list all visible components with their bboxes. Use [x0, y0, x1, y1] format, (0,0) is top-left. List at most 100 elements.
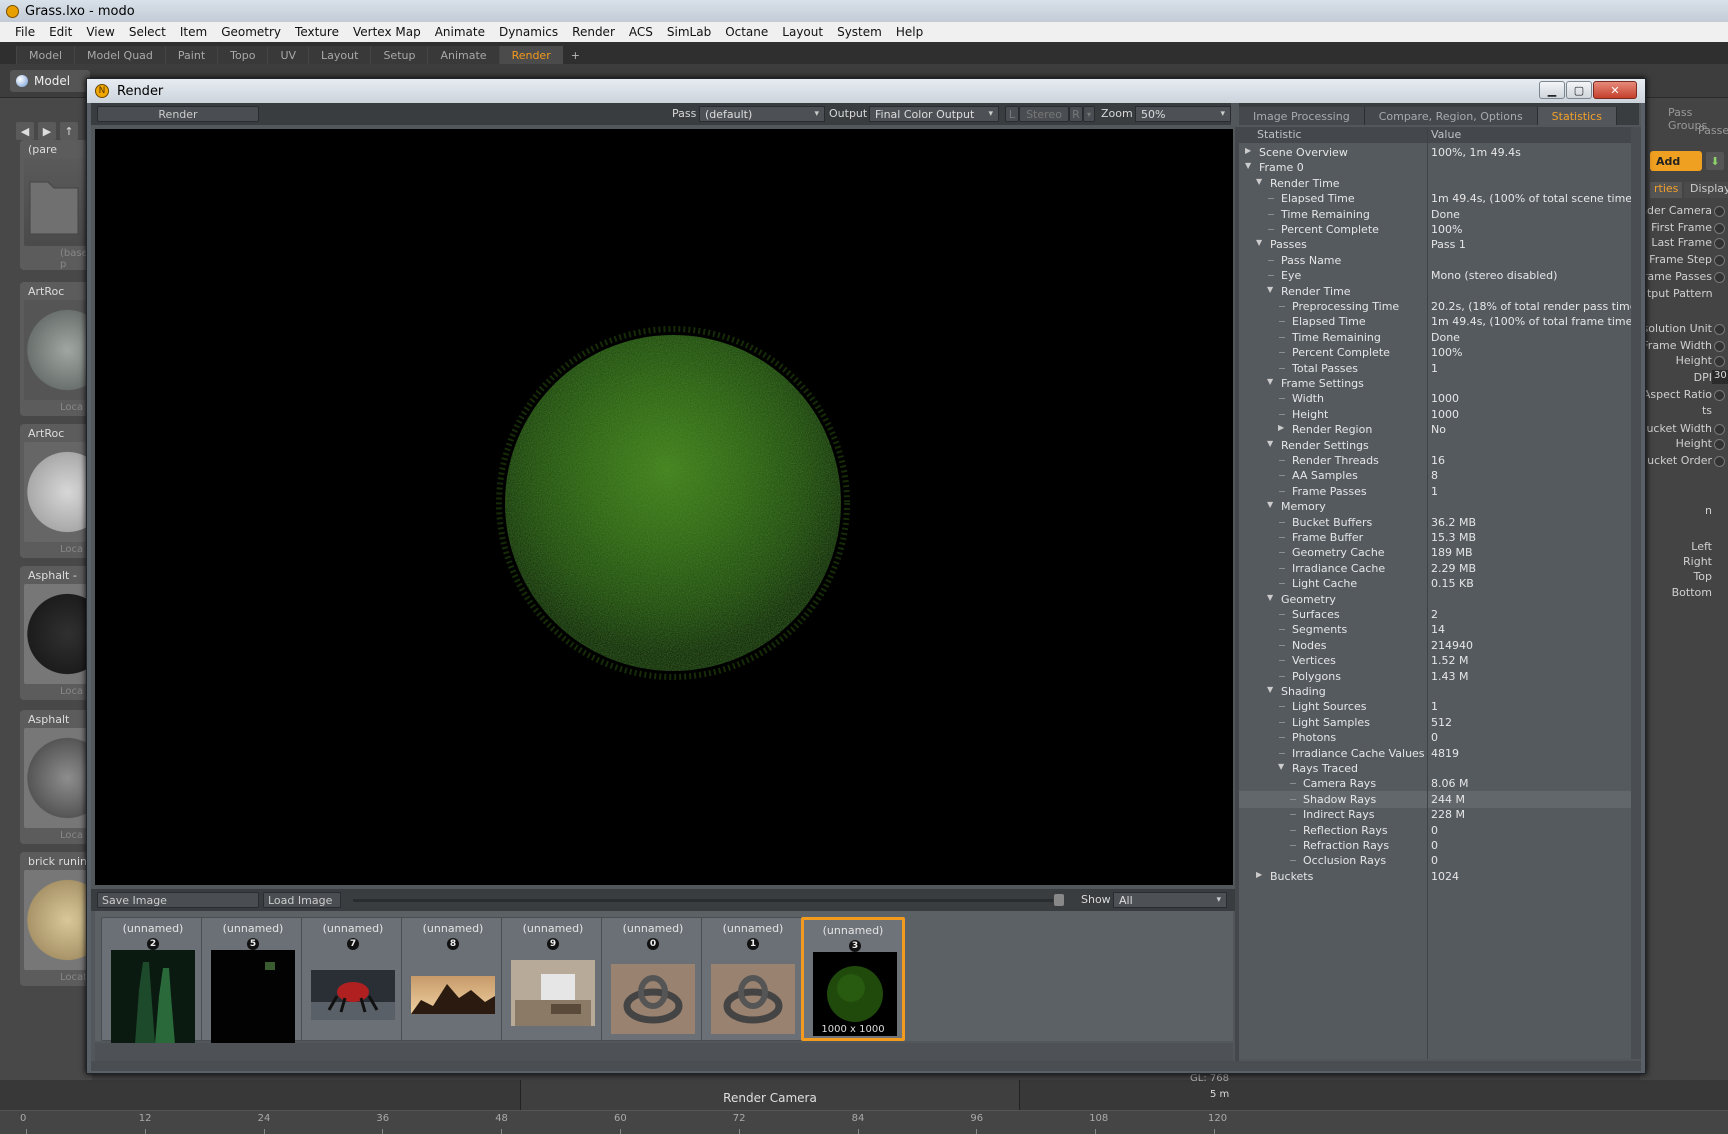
stereo-dropdown-icon[interactable]: ▾: [1083, 106, 1095, 122]
forward-arrow-icon[interactable]: ▶: [38, 122, 56, 140]
render-button[interactable]: Render: [97, 106, 259, 122]
property-toggle[interactable]: [1714, 439, 1725, 450]
maximize-button[interactable]: ▢: [1566, 81, 1592, 99]
menu-layout[interactable]: Layout: [775, 25, 830, 39]
render-thumbnail[interactable]: (unnamed) 8: [401, 917, 505, 1041]
property-toggle[interactable]: [1714, 223, 1725, 234]
expand-triangle-icon[interactable]: ▼: [1256, 177, 1262, 186]
expand-triangle-icon[interactable]: ▼: [1267, 685, 1273, 694]
expand-triangle-icon[interactable]: ▼: [1256, 238, 1262, 247]
expand-triangle-icon[interactable]: ▼: [1267, 439, 1273, 448]
render-thumbnail[interactable]: (unnamed) 7: [301, 917, 405, 1041]
tab-statistics[interactable]: Statistics: [1537, 107, 1617, 125]
preset-item[interactable]: brick runing Locator: [20, 852, 90, 986]
preset-item[interactable]: ArtRoc Loca: [20, 282, 90, 416]
menu-acs[interactable]: ACS: [622, 25, 660, 39]
preset-item[interactable]: Asphalt - Loca: [20, 566, 90, 700]
menu-system[interactable]: System: [830, 25, 889, 39]
expand-triangle-icon[interactable]: ▼: [1267, 377, 1273, 386]
up-folder-icon[interactable]: ↑: [60, 122, 78, 140]
menu-simlab[interactable]: SimLab: [660, 25, 718, 39]
property-toggle[interactable]: [1714, 206, 1725, 217]
preset-item[interactable]: Asphalt Loca: [20, 710, 90, 844]
tab-animate[interactable]: Animate: [427, 46, 499, 64]
statistic-row[interactable]: ▶ Buckets 1024: [1239, 868, 1631, 885]
render-thumbnail[interactable]: (unnamed) 2: [101, 917, 205, 1044]
slider-handle[interactable]: [1054, 894, 1064, 906]
tab-properties[interactable]: rties: [1650, 182, 1683, 198]
expand-triangle-icon[interactable]: ▼: [1267, 593, 1273, 602]
tab-layout[interactable]: Layout: [308, 46, 371, 64]
statistic-column-header[interactable]: Statistic: [1257, 128, 1302, 141]
render-thumbnail[interactable]: (unnamed) 3 1000 x 1000: [801, 917, 905, 1041]
tab-model[interactable]: Model: [16, 46, 75, 64]
stereo-button[interactable]: Stereo: [1019, 106, 1069, 122]
menu-item[interactable]: Item: [173, 25, 214, 39]
stereo-right-button[interactable]: R: [1069, 106, 1083, 122]
expand-triangle-icon[interactable]: ▼: [1278, 762, 1284, 771]
menu-view[interactable]: View: [79, 25, 121, 39]
menu-vertex-map[interactable]: Vertex Map: [346, 25, 428, 39]
property-toggle[interactable]: [1714, 324, 1725, 335]
value-column-header[interactable]: Value: [1431, 128, 1461, 141]
zoom-dropdown[interactable]: 50%: [1135, 106, 1231, 122]
property-toggle[interactable]: [1714, 255, 1725, 266]
menu-edit[interactable]: Edit: [42, 25, 79, 39]
menu-animate[interactable]: Animate: [428, 25, 492, 39]
property-toggle[interactable]: [1714, 424, 1725, 435]
tab-image-processing[interactable]: Image Processing: [1239, 107, 1365, 125]
menu-octane[interactable]: Octane: [718, 25, 775, 39]
load-image-button[interactable]: Load Image: [263, 892, 341, 908]
render-image-viewport[interactable]: [95, 129, 1233, 885]
menu-render[interactable]: Render: [565, 25, 622, 39]
add-tab-button[interactable]: +: [563, 46, 588, 64]
menu-file[interactable]: File: [8, 25, 42, 39]
property-toggle[interactable]: [1714, 356, 1725, 367]
column-divider[interactable]: [1427, 127, 1428, 1059]
render-thumbnail[interactable]: (unnamed) 0: [601, 917, 705, 1041]
property-toggle[interactable]: [1714, 272, 1725, 283]
tab-topo[interactable]: Topo: [217, 46, 268, 64]
tab-compare-region-options[interactable]: Compare, Region, Options: [1364, 107, 1538, 125]
download-icon[interactable]: ⬇: [1706, 152, 1724, 170]
menu-geometry[interactable]: Geometry: [214, 25, 288, 39]
thumbnail-size-slider[interactable]: [353, 899, 1053, 902]
close-button[interactable]: ✕: [1593, 81, 1637, 99]
tab-display[interactable]: Display: [1684, 182, 1728, 198]
menu-select[interactable]: Select: [122, 25, 173, 39]
collapse-triangle-icon[interactable]: ▶: [1278, 423, 1284, 432]
dpi-value[interactable]: 30: [1712, 370, 1728, 384]
property-toggle[interactable]: [1714, 390, 1725, 401]
menu-dynamics[interactable]: Dynamics: [492, 25, 565, 39]
minimize-button[interactable]: ▁: [1539, 81, 1565, 99]
tab-render[interactable]: Render: [498, 46, 563, 64]
timeline-ruler[interactable]: 0 12 24 36 48 60 72 84 96 108 120: [0, 1110, 1728, 1134]
save-image-button[interactable]: Save Image: [97, 892, 259, 908]
collapse-triangle-icon[interactable]: ▶: [1256, 870, 1262, 879]
stereo-left-button[interactable]: L: [1005, 106, 1019, 122]
expand-triangle-icon[interactable]: ▼: [1267, 285, 1273, 294]
property-toggle[interactable]: [1714, 341, 1725, 352]
preset-item[interactable]: ArtRoc Loca: [20, 424, 90, 558]
tab-uv[interactable]: UV: [267, 46, 309, 64]
expand-triangle-icon[interactable]: ▼: [1245, 161, 1251, 170]
property-toggle[interactable]: [1714, 456, 1725, 467]
output-dropdown[interactable]: Final Color Output: [869, 106, 999, 122]
show-dropdown[interactable]: All: [1113, 892, 1227, 908]
render-thumbnail[interactable]: (unnamed) 5: [201, 917, 305, 1044]
tab-paint[interactable]: Paint: [164, 46, 218, 64]
pass-dropdown[interactable]: (default): [699, 106, 825, 122]
preset-item[interactable]: (pare (base p: [20, 140, 90, 270]
model-mode-button[interactable]: Model: [10, 70, 90, 92]
menu-help[interactable]: Help: [889, 25, 930, 39]
render-thumbnail[interactable]: (unnamed) 9: [501, 917, 605, 1041]
add-pass-button[interactable]: Add: [1650, 151, 1702, 171]
render-thumbnail[interactable]: (unnamed) 1: [701, 917, 805, 1041]
tab-model-quad[interactable]: Model Quad: [74, 46, 165, 64]
expand-triangle-icon[interactable]: ▼: [1267, 500, 1273, 509]
property-toggle[interactable]: [1714, 238, 1725, 249]
statistics-scrollbar[interactable]: [1631, 127, 1641, 1059]
render-window-titlebar[interactable]: N Render: [87, 79, 1645, 103]
menu-texture[interactable]: Texture: [288, 25, 346, 39]
back-arrow-icon[interactable]: ◀: [16, 122, 34, 140]
